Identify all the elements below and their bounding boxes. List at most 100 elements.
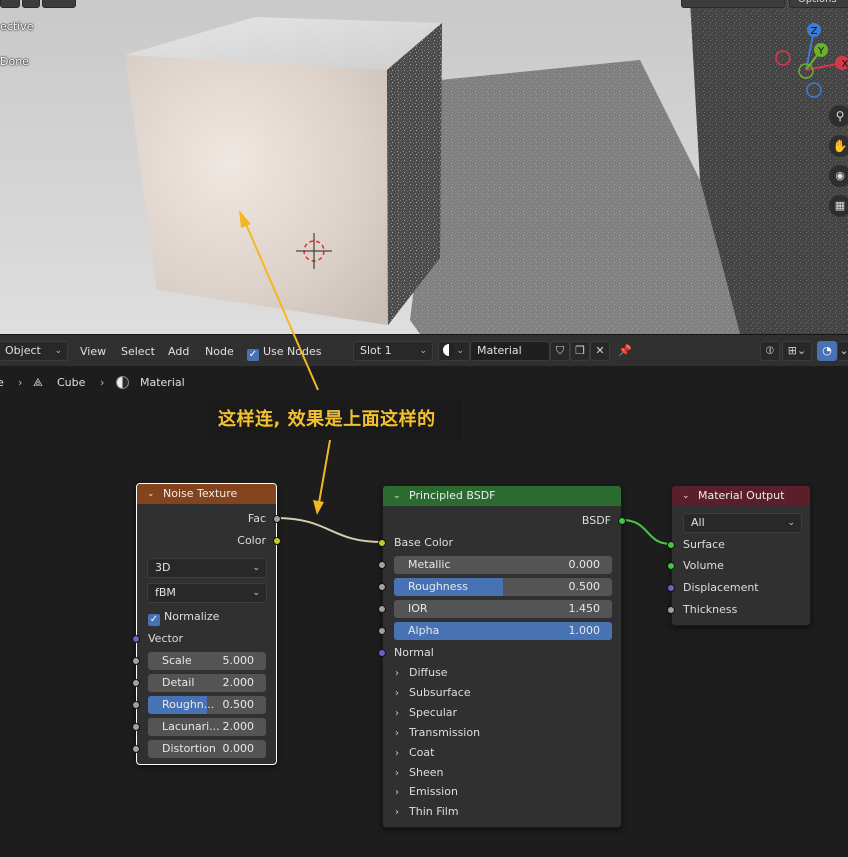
socket-alpha-input[interactable] — [378, 627, 386, 635]
metallic-field[interactable]: Metallic 0.000 — [394, 556, 612, 574]
socket-vector-input[interactable] — [132, 635, 140, 643]
socket-ior-input[interactable] — [378, 605, 386, 613]
socket-fac-output[interactable] — [273, 515, 281, 523]
socket-volume-input[interactable] — [667, 562, 675, 570]
field-value: 2.000 — [222, 720, 255, 733]
chevron-down-icon: ⌄ — [54, 346, 62, 356]
menu-view[interactable]: View — [80, 343, 106, 360]
normal-label: Normal — [394, 646, 434, 659]
socket-roughness-input[interactable] — [132, 701, 140, 709]
panel-label: Specular — [409, 706, 458, 719]
pan-hand-icon[interactable]: ✋ — [829, 135, 848, 157]
vector-label: Vector — [148, 632, 184, 645]
detail-field[interactable]: Detail 2.000 — [148, 674, 266, 692]
output-color-label: Color — [237, 534, 266, 547]
panel-diffuse[interactable]: › Diffuse — [395, 663, 448, 683]
chevron-right-icon: › — [395, 688, 399, 699]
grid-icon[interactable]: ▦ — [829, 195, 848, 217]
menu-node[interactable]: Node — [205, 343, 234, 360]
node-header[interactable]: ⌄ Noise Texture — [137, 484, 276, 504]
field-value: 5.000 — [222, 654, 255, 667]
panel-specular[interactable]: › Specular — [395, 703, 457, 723]
snap-target-icon[interactable]: ⊞⌄ — [782, 341, 812, 361]
chevron-right-icon: › — [395, 787, 399, 798]
socket-thickness-input[interactable] — [667, 606, 675, 614]
socket-displacement-input[interactable] — [667, 584, 675, 592]
breadcrumb-item: Cube — [57, 376, 86, 389]
socket-color-output[interactable] — [273, 537, 281, 545]
material-output-node[interactable]: ⌄ Material Output All ⌄ Surface Volume Di… — [667, 485, 811, 626]
use-nodes-toggle[interactable]: ✓ Use Nodes — [247, 343, 322, 361]
snap-icon[interactable]: ⦶ — [760, 341, 780, 361]
socket-bsdf-output[interactable] — [618, 517, 626, 525]
node-header[interactable]: ⌄ Material Output — [672, 486, 810, 506]
checkmark-icon: ✓ — [247, 349, 259, 361]
dimensions-value: 3D — [155, 561, 171, 574]
socket-distortion-input[interactable] — [132, 745, 140, 753]
socket-base-color-input[interactable] — [378, 539, 386, 547]
distortion-field[interactable]: Distortion 0.000 — [148, 740, 266, 758]
chevron-down-icon[interactable]: ⌄ — [837, 341, 848, 361]
annotation-callout: 这样连, 效果是上面这样的 — [207, 399, 462, 440]
camera-icon[interactable]: ◉ — [829, 165, 848, 187]
chevron-down-icon: ⌄ — [419, 346, 427, 356]
panel-sheen[interactable]: › Sheen — [395, 763, 443, 783]
material-browse-button[interactable]: ⌄ — [438, 341, 470, 361]
lacunarity-field[interactable]: Lacunari... 2.000 — [148, 718, 266, 736]
duplicate-icon[interactable]: ❐ — [570, 341, 590, 361]
noise-texture-node[interactable]: ⌄ Noise Texture Fac Color 3D ⌄ fBM ⌄ ✓ Norm… — [132, 483, 281, 765]
roughness-field[interactable]: Roughness 0.500 — [394, 578, 612, 596]
field-value: 1.000 — [568, 624, 601, 637]
pin-icon[interactable]: 📌 — [615, 341, 635, 361]
slot-dropdown[interactable]: Slot 1 ⌄ — [353, 341, 433, 361]
close-icon[interactable]: ✕ — [590, 341, 610, 361]
normalize-label: Normalize — [164, 610, 220, 623]
target-dropdown[interactable]: All ⌄ — [683, 513, 802, 533]
gizmo-x-label: X — [842, 59, 848, 70]
material-name-field[interactable]: Material — [470, 341, 550, 361]
panel-label: Subsurface — [409, 686, 471, 699]
alpha-field[interactable]: Alpha 1.000 — [394, 622, 612, 640]
fake-user-shield-icon[interactable]: ⛉ — [550, 341, 570, 361]
3d-viewport[interactable]: ective Done Options Z Y X ⚲ ✋ ◉ ▦ — [0, 0, 848, 334]
output-bsdf-label: BSDF — [581, 514, 611, 527]
socket-lacunarity-input[interactable] — [132, 723, 140, 731]
normalize-checkbox[interactable]: ✓ Normalize — [148, 607, 219, 627]
socket-roughness-input[interactable] — [378, 583, 386, 591]
socket-surface-input[interactable] — [667, 541, 675, 549]
field-value: 0.500 — [222, 698, 255, 711]
use-nodes-label: Use Nodes — [263, 345, 322, 358]
scale-field[interactable]: Scale 5.000 — [148, 652, 266, 670]
socket-metallic-input[interactable] — [378, 561, 386, 569]
socket-scale-input[interactable] — [132, 657, 140, 665]
panel-emission[interactable]: › Emission — [395, 782, 458, 802]
noise-type-dropdown[interactable]: fBM ⌄ — [147, 583, 267, 603]
panel-coat[interactable]: › Coat — [395, 743, 434, 763]
chevron-down-icon: ⌄ — [252, 588, 260, 598]
mesh-icon: ⟁ — [33, 376, 43, 389]
menu-select[interactable]: Select — [121, 343, 155, 360]
menu-add[interactable]: Add — [168, 343, 189, 360]
chevron-down-icon[interactable]: ⌄ — [682, 486, 690, 506]
panel-thin-film[interactable]: › Thin Film — [395, 802, 459, 822]
panel-transmission[interactable]: › Transmission — [395, 723, 480, 743]
principled-bsdf-node[interactable]: ⌄ Principled BSDF BSDF Base Color Metall… — [378, 485, 626, 828]
breadcrumb-item: Material — [140, 376, 185, 389]
field-label: IOR — [408, 602, 428, 615]
ior-field[interactable]: IOR 1.450 — [394, 600, 612, 618]
dimensions-dropdown[interactable]: 3D ⌄ — [147, 558, 267, 578]
chevron-down-icon[interactable]: ⌄ — [147, 484, 155, 504]
roughness-field[interactable]: Roughn... 0.500 — [148, 696, 266, 714]
panel-subsurface[interactable]: › Subsurface — [395, 683, 471, 703]
navigation-gizmo[interactable]: Z Y X — [0, 0, 848, 334]
mode-dropdown[interactable]: Object ⌄ — [0, 341, 68, 361]
chevron-down-icon[interactable]: ⌄ — [393, 486, 401, 506]
zoom-icon[interactable]: ⚲ — [829, 105, 848, 127]
chevron-right-icon: › — [395, 748, 399, 759]
socket-normal-input[interactable] — [378, 649, 386, 657]
socket-detail-input[interactable] — [132, 679, 140, 687]
overlay-toggle-icon[interactable]: ◔ — [817, 341, 837, 361]
noise-type-value: fBM — [155, 586, 176, 599]
node-header[interactable]: ⌄ Principled BSDF — [383, 486, 621, 506]
field-value: 0.500 — [568, 580, 601, 593]
